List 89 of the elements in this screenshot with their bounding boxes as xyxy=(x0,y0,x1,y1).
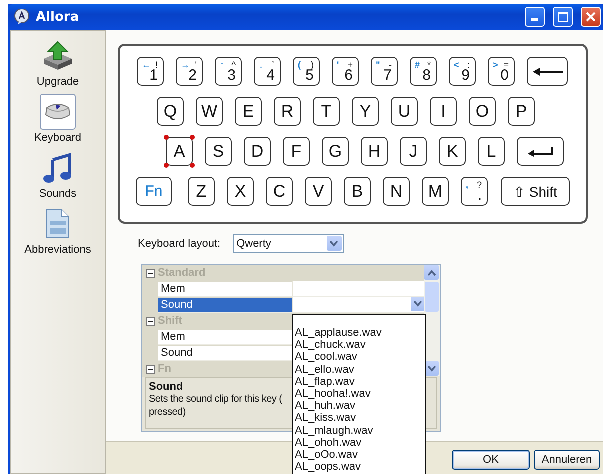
enter-icon xyxy=(528,146,554,156)
property-value-field[interactable] xyxy=(292,281,424,297)
symbol-key[interactable]: ← ! 1 xyxy=(137,57,164,86)
letter-key[interactable]: Q xyxy=(157,97,184,126)
letter-key[interactable]: D xyxy=(244,137,271,166)
collapse-icon[interactable] xyxy=(146,364,154,374)
description-text: Sets the sound clip for this key ( xyxy=(149,393,282,406)
letter-key[interactable]: B xyxy=(344,177,371,206)
ok-button[interactable]: OK xyxy=(452,450,530,470)
symbol-key[interactable]: ↓ ` 4 xyxy=(254,57,281,86)
symbol-key[interactable]: " - 7 xyxy=(371,57,398,86)
letter-key[interactable]: K xyxy=(439,137,466,166)
collapse-icon[interactable] xyxy=(146,316,154,326)
keyboard-layout-dropdown[interactable]: Qwerty xyxy=(232,234,344,253)
chevron-up-icon xyxy=(428,270,436,276)
dropdown-option[interactable]: AL_oOo.wav xyxy=(295,448,425,462)
window-title: Allora xyxy=(36,10,80,24)
symbol-key[interactable]: > = 0 xyxy=(488,57,515,86)
dropdown-option[interactable]: AL_kiss.wav xyxy=(295,412,425,424)
dropdown-option[interactable]: AL_mlaugh.wav xyxy=(295,424,425,437)
dropdown-option[interactable]: AL_flap.wav xyxy=(295,376,425,388)
document-icon xyxy=(46,209,70,239)
fn-key[interactable]: Fn xyxy=(136,177,172,206)
symbol-key[interactable]: # * 8 xyxy=(410,57,437,86)
letter-key[interactable]: M xyxy=(422,177,449,206)
property-name[interactable]: Sound xyxy=(158,346,292,360)
sidebar-item[interactable]: Abbreviations xyxy=(24,206,92,256)
letter-key[interactable]: S xyxy=(205,137,232,166)
symbol-key[interactable]: ( ) 5 xyxy=(293,57,320,86)
letter-key[interactable]: L xyxy=(478,137,505,166)
dropdown-option[interactable]: AL_hooha!.wav xyxy=(295,388,425,400)
chevron-down-icon xyxy=(330,240,338,246)
letter-key[interactable]: P xyxy=(508,97,535,126)
dropdown-option[interactable]: AL_cool.wav xyxy=(295,351,425,364)
close-button[interactable] xyxy=(581,7,601,27)
letter-key[interactable]: W xyxy=(196,97,223,126)
letter-key[interactable]: U xyxy=(391,97,418,126)
letter-key[interactable]: R xyxy=(274,97,301,126)
minimize-button[interactable] xyxy=(525,7,545,27)
symbol-key[interactable]: → ' 2 xyxy=(176,57,203,86)
maximize-button[interactable] xyxy=(553,7,573,27)
chevron-down-icon xyxy=(428,366,436,372)
collapse-icon[interactable] xyxy=(146,268,154,278)
letter-key[interactable]: X xyxy=(227,177,254,206)
description-text: pressed) xyxy=(149,406,186,419)
letter-key[interactable]: G xyxy=(322,137,349,166)
close-icon xyxy=(586,12,596,22)
letter-key[interactable]: E xyxy=(235,97,262,126)
scrollbar-thumb[interactable] xyxy=(425,282,439,312)
app-icon xyxy=(14,9,30,25)
letter-key[interactable]: I xyxy=(430,97,457,126)
description-title: Sound xyxy=(149,381,184,393)
cancel-button[interactable]: Annuleren xyxy=(534,450,600,470)
dropdown-button[interactable] xyxy=(411,297,424,311)
music-note-icon xyxy=(43,152,73,184)
dropdown-option[interactable]: AL_chuck.wav xyxy=(295,339,425,352)
letter-key[interactable]: Z xyxy=(188,177,215,206)
letter-key[interactable]: O xyxy=(469,97,496,126)
backspace-key[interactable] xyxy=(527,57,568,86)
shift-key[interactable]: ⇧ Shift xyxy=(501,177,570,206)
symbol-key[interactable]: ' + 6 xyxy=(332,57,359,86)
maximize-icon xyxy=(558,12,568,22)
dropdown-option[interactable]: AL_ohoh.wav xyxy=(295,436,425,449)
dropdown-option[interactable]: AL_huh.wav xyxy=(295,400,425,412)
left-arrow-icon xyxy=(532,68,562,76)
dropdown-option[interactable]: AL_applause.wav xyxy=(295,327,425,340)
enter-key[interactable] xyxy=(517,137,564,166)
letter-key[interactable]: N xyxy=(383,177,410,206)
letter-key[interactable]: T xyxy=(313,97,340,126)
dropdown-option[interactable]: AL_oops.wav xyxy=(295,461,425,474)
letter-key[interactable]: F xyxy=(283,137,310,166)
property-name[interactable]: Mem xyxy=(158,330,292,344)
letter-key[interactable]: C xyxy=(266,177,293,206)
letter-key[interactable]: A xyxy=(166,137,193,166)
field-label: Keyboard layout: xyxy=(138,238,221,250)
letter-key[interactable]: V xyxy=(305,177,332,206)
property-value-field[interactable] xyxy=(292,297,424,313)
letter-key[interactable]: J xyxy=(400,137,427,166)
symbol-key[interactable]: , ? . xyxy=(461,177,488,206)
property-name[interactable]: Sound xyxy=(158,298,292,312)
dropdown-option[interactable]: AL_ello.wav xyxy=(295,364,425,376)
symbol-key[interactable]: ↑ ^ 3 xyxy=(215,57,242,86)
letter-key[interactable]: H xyxy=(361,137,388,166)
symbol-key[interactable]: < : 9 xyxy=(449,57,476,86)
letter-key[interactable]: Y xyxy=(352,97,379,126)
chevron-down-icon xyxy=(414,301,422,307)
sidebar-item[interactable]: Sounds xyxy=(39,150,77,200)
sidebar-item[interactable]: Upgrade xyxy=(36,38,80,88)
property-name[interactable]: Mem xyxy=(158,282,292,296)
